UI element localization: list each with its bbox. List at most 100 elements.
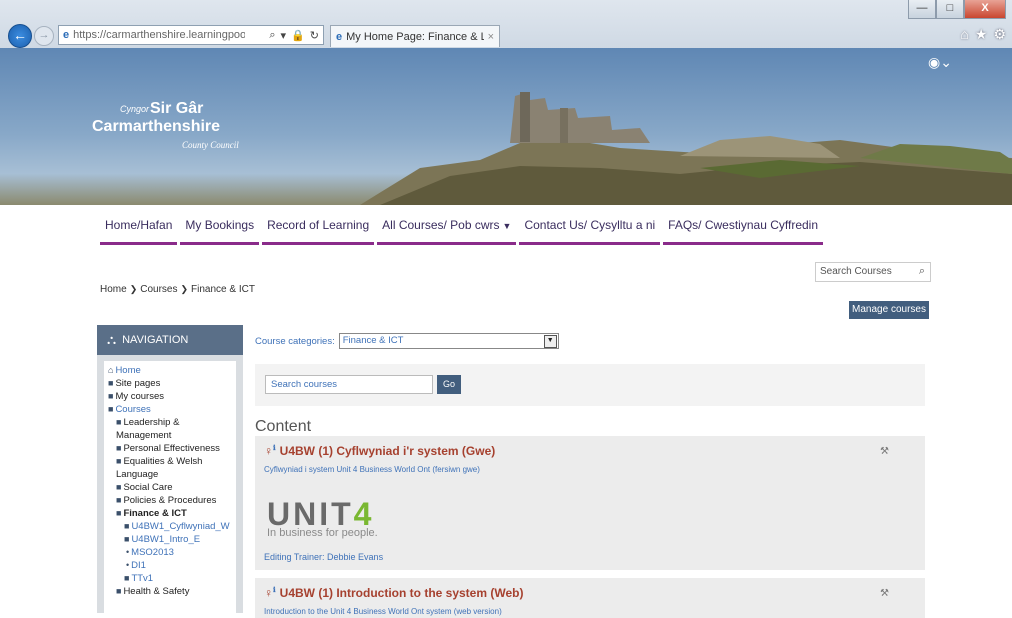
- logo-carmarthenshire-text: Carmarthenshire: [92, 118, 221, 135]
- manage-courses-button[interactable]: Manage courses: [849, 301, 929, 319]
- dropdown-icon[interactable]: ▾: [281, 29, 287, 42]
- user-avatar-icon: ◉: [928, 54, 941, 70]
- refresh-icon[interactable]: ↻: [310, 29, 319, 42]
- back-arrow-icon: ←: [13, 27, 27, 43]
- course-search-input[interactable]: Search courses: [265, 375, 433, 394]
- course-card: ♀ℹ U4BW (1) Cyflwyniad i'r system (Gwe) …: [255, 436, 925, 570]
- tree-label: U4BW1_Cyflwyniad_W: [131, 521, 230, 532]
- tree-item-u4bw1-intro[interactable]: ■ U4BW1_Intro_E: [108, 533, 236, 546]
- category-selected-value: Finance & ICT: [342, 335, 404, 346]
- course-search-placeholder: Search courses: [271, 379, 338, 390]
- tree-label: My courses: [115, 391, 165, 402]
- lock-icon[interactable]: 🔒: [291, 29, 305, 42]
- back-button[interactable]: ←: [8, 24, 32, 48]
- tree-label: Home: [115, 365, 141, 376]
- home-icon[interactable]: ⌂: [960, 26, 968, 43]
- nav-record-of-learning[interactable]: Record of Learning: [262, 218, 375, 245]
- ie-tab-icon: e: [336, 30, 343, 43]
- logo-cyngor-text: Cyngor: [120, 104, 150, 114]
- nav-my-bookings[interactable]: My Bookings: [180, 218, 260, 245]
- bullet-icon: •: [126, 560, 130, 570]
- minimize-button[interactable]: —: [908, 0, 936, 19]
- content-heading: Content: [255, 418, 312, 435]
- tree-label: Policies & Procedures: [123, 495, 217, 506]
- navigation-header[interactable]: ⛬ NAVIGATION: [97, 325, 243, 355]
- folder-icon: ■: [116, 586, 122, 596]
- address-url[interactable]: https://carmarthenshire.learningpool.com…: [73, 29, 245, 41]
- course-description: Introduction to the Unit 4 Business Worl…: [264, 607, 502, 616]
- tree-item-personal[interactable]: ■ Personal Effectiveness: [108, 442, 236, 455]
- tree-label: Leadership & Management: [116, 417, 180, 441]
- tree-item-social-care[interactable]: ■ Social Care: [108, 481, 236, 494]
- maximize-button[interactable]: □: [936, 0, 964, 19]
- tree-item-finance[interactable]: ■ Finance & ICT: [108, 507, 236, 520]
- browser-tab[interactable]: e My Home Page: Finance & L... ×: [330, 25, 500, 47]
- address-tools: ⌕ ▾ 🔒 ↻: [269, 29, 323, 42]
- browser-toolbar-icons: ⌂ ★ ⚙: [960, 26, 1006, 43]
- go-button[interactable]: Go: [437, 375, 461, 394]
- unit4-logo: UNIT4 In business for people.: [267, 496, 378, 539]
- course-title: U4BW (1) Introduction to the system (Web…: [279, 586, 524, 600]
- breadcrumb-courses[interactable]: Courses: [140, 284, 177, 295]
- nav-home[interactable]: Home/Hafan: [100, 218, 178, 245]
- navigation-tree: ⌂ Home ■ Site pages ■ My courses ■ Courses ■…: [104, 361, 236, 613]
- tree-item-u4bw1-cyflwyniad[interactable]: ■ U4BW1_Cyflwyniad_W: [108, 520, 236, 533]
- folder-icon: ■: [124, 573, 130, 583]
- tree-item-equalities[interactable]: ■ Equalities & Welsh Language: [108, 455, 236, 481]
- tree-item-site-pages[interactable]: ■ Site pages: [108, 377, 236, 390]
- tree-label: Social Care: [123, 482, 173, 493]
- course-trainer[interactable]: Editing Trainer: Debbie Evans: [264, 552, 383, 562]
- forward-button[interactable]: →: [34, 26, 54, 46]
- course-tools-icon[interactable]: ⚒: [880, 588, 889, 599]
- tree-item-mso2013[interactable]: • MSO2013: [108, 546, 236, 559]
- user-menu[interactable]: ◉⌄: [928, 54, 952, 71]
- tree-item-di1[interactable]: • DI1: [108, 559, 236, 572]
- chevron-down-icon: ⌄: [940, 54, 952, 70]
- tree-item-my-courses[interactable]: ■ My courses: [108, 390, 236, 403]
- tree-item-ttv1[interactable]: ■ TTv1: [108, 572, 236, 585]
- address-bar[interactable]: e https://carmarthenshire.learningpool.c…: [58, 25, 324, 45]
- folder-icon: ■: [124, 534, 130, 544]
- course-tools-icon[interactable]: ⚒: [880, 446, 889, 457]
- category-select[interactable]: Finance & ICT ▼: [338, 333, 559, 349]
- breadcrumb-finance-ict[interactable]: Finance & ICT: [191, 284, 255, 295]
- logo-county-council-text: County Council: [182, 140, 239, 150]
- nav-faqs-label: FAQs/ Cwestiynau Cyffredin: [668, 218, 819, 232]
- folder-icon: ■: [116, 443, 122, 453]
- tree-item-home[interactable]: ⌂ Home: [108, 364, 236, 377]
- tree-item-courses[interactable]: ■ Courses: [108, 403, 236, 416]
- window-controls: — □ X: [908, 0, 1006, 19]
- close-window-button[interactable]: X: [964, 0, 1006, 19]
- header-search-input[interactable]: Search Courses ⌕: [815, 262, 931, 282]
- navigation-title: NAVIGATION: [122, 334, 189, 346]
- nav-all-courses-label: All Courses/ Pob cwrs: [382, 218, 500, 232]
- tree-item-leadership[interactable]: ■ Leadership & Management: [108, 416, 236, 442]
- course-title-link[interactable]: ♀ℹ U4BW (1) Cyflwyniad i'r system (Gwe): [264, 444, 495, 458]
- nav-contact-label: Contact Us/ Cysylltu a ni: [524, 218, 656, 232]
- breadcrumb-separator-icon: ❯: [129, 284, 138, 294]
- navigation-block: ⛬ NAVIGATION ⌂ Home ■ Site pages ■ My cours…: [97, 325, 243, 613]
- close-tab-icon[interactable]: ×: [488, 31, 494, 43]
- site-banner: Cyngor Sir Gâr Carmarthenshire County Co…: [0, 48, 1012, 205]
- settings-gear-icon[interactable]: ⚙: [993, 26, 1006, 43]
- course-card: ♀ℹ U4BW (1) Introduction to the system (…: [255, 578, 925, 618]
- tree-item-policies[interactable]: ■ Policies & Procedures: [108, 494, 236, 507]
- tree-label: Health & Safety: [123, 586, 190, 597]
- course-title-link[interactable]: ♀ℹ U4BW (1) Introduction to the system (…: [264, 586, 523, 600]
- breadcrumb-separator-icon: ❯: [180, 284, 189, 294]
- nav-faqs[interactable]: FAQs/ Cwestiynau Cyffredin: [663, 218, 824, 245]
- tree-label: Finance & ICT: [123, 508, 187, 519]
- nav-all-courses[interactable]: All Courses/ Pob cwrs ▼: [377, 218, 517, 245]
- bullet-icon: •: [126, 547, 130, 557]
- tree-item-health-safety[interactable]: ■ Health & Safety: [108, 585, 236, 598]
- folder-icon: ■: [116, 456, 122, 466]
- ie-page-icon: e: [63, 29, 70, 41]
- favorites-star-icon[interactable]: ★: [975, 26, 988, 43]
- search-icon[interactable]: ⌕: [269, 29, 275, 42]
- tab-title: My Home Page: Finance & L...: [346, 30, 484, 43]
- folder-icon: ■: [108, 391, 114, 401]
- breadcrumb-home[interactable]: Home: [100, 284, 127, 295]
- sitemap-icon: ⛬: [107, 332, 117, 347]
- search-icon[interactable]: ⌕: [919, 265, 925, 278]
- nav-contact-us[interactable]: Contact Us/ Cysylltu a ni: [519, 218, 661, 245]
